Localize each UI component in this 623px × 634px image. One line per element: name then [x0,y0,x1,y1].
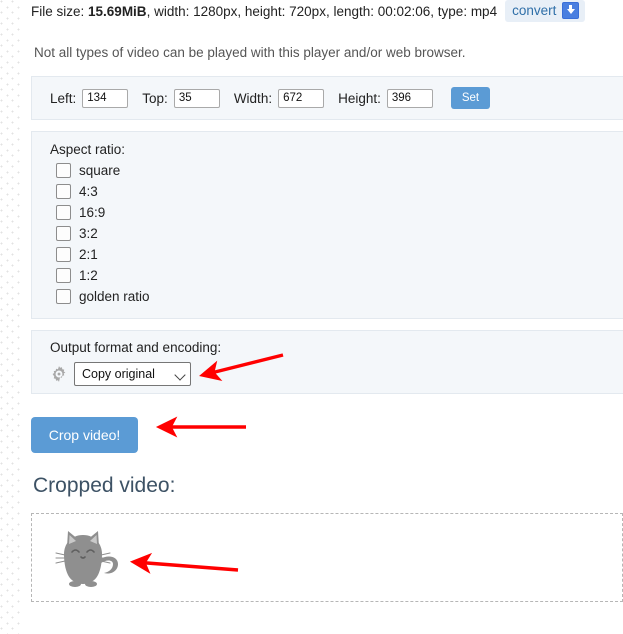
player-notice: Not all types of video can be played wit… [34,45,466,60]
download-icon [562,2,580,19]
checkbox-2-1[interactable] [56,247,71,262]
checkbox-1-2[interactable] [56,268,71,283]
cropped-video-preview-box[interactable] [31,513,623,602]
file-type: , type: mp4 [430,3,498,19]
aspect-option-4-3[interactable]: 4:3 [56,181,623,202]
video-crop-page: File size: 15.69MiB , width: 1280px , he… [0,0,623,634]
aspect-label-16-9: 16:9 [79,205,106,220]
aspect-label-3-2: 3:2 [79,226,98,241]
checkbox-4-3[interactable] [56,184,71,199]
file-size-label: File size: [31,3,85,19]
aspect-label-2-1: 2:1 [79,247,98,262]
aspect-option-3-2[interactable]: 3:2 [56,223,623,244]
height-label: Height: [338,90,381,106]
file-height: , height: 720px [237,3,326,19]
top-input[interactable] [173,88,220,108]
checkbox-3-2[interactable] [56,226,71,241]
left-label: Left: [50,90,77,106]
height-input[interactable] [386,88,433,108]
file-width: , width: 1280px [146,3,238,19]
aspect-option-16-9[interactable]: 16:9 [56,202,623,223]
crop-video-button[interactable]: Crop video! [31,417,138,453]
aspect-label-square: square [79,163,121,178]
cropped-video-heading: Cropped video: [33,474,176,497]
file-length: , length: 00:02:06 [325,3,431,19]
convert-label: convert [512,3,557,18]
crop-coordinates-panel: Left: Top: Width: Height: Set [31,76,623,120]
aspect-ratio-title: Aspect ratio: [50,142,126,157]
file-info-line: File size: 15.69MiB , width: 1280px , he… [31,0,586,22]
checkbox-square[interactable] [56,163,71,178]
aspect-option-square[interactable]: square [56,160,623,181]
checkbox-16-9[interactable] [56,205,71,220]
cat-illustration [55,531,118,587]
set-button[interactable]: Set [450,87,491,109]
output-format-select[interactable]: Copy original [74,362,191,386]
aspect-option-golden-ratio[interactable]: golden ratio [56,286,623,307]
gear-icon [52,366,66,382]
aspect-ratio-panel: Aspect ratio: square 4:3 16:9 3:2 2:1 1:… [31,131,623,319]
file-size-value: 15.69MiB [88,3,147,19]
output-format-panel: Output format and encoding: Copy origina… [31,330,623,394]
convert-button[interactable]: convert [505,0,586,22]
output-format-title: Output format and encoding: [50,340,222,355]
aspect-option-1-2[interactable]: 1:2 [56,265,623,286]
left-input[interactable] [82,88,129,108]
aspect-label-1-2: 1:2 [79,268,98,283]
top-label: Top: [142,90,168,106]
width-label: Width: [233,90,273,106]
checkbox-golden-ratio[interactable] [56,289,71,304]
width-input[interactable] [278,88,325,108]
aspect-label-golden-ratio: golden ratio [79,289,150,304]
aspect-option-2-1[interactable]: 2:1 [56,244,623,265]
aspect-label-4-3: 4:3 [79,184,98,199]
